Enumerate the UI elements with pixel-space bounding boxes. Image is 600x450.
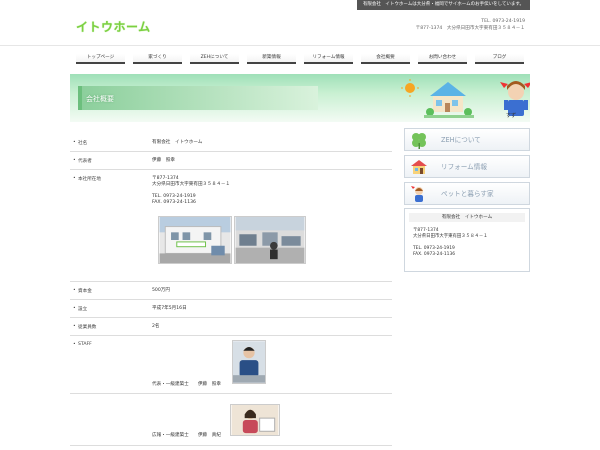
row-key-established: 設立 xyxy=(73,306,87,312)
main-nav: トップページ 家づくり ZEHについて 新築情報 リフォーム情報 会社概要 お問… xyxy=(76,54,524,66)
page-title: 会社概要 xyxy=(86,95,114,103)
table-row: 広報・一級建築士 伊藤 真紀 xyxy=(70,394,392,446)
company-profile-table: 社名 有限会社 イトウホーム 代表者 伊藤 照幸 本社所在地 〒877-1374… xyxy=(70,134,392,450)
row-value-representative: 伊藤 照幸 xyxy=(152,158,175,163)
table-row: 設立 平成7年5月16日 xyxy=(70,300,392,318)
row-key-name: 社名 xyxy=(73,140,87,146)
nav-item-contact[interactable]: お問い合わせ xyxy=(418,54,467,64)
office-fax: FAX. 0973-24-1136 xyxy=(152,200,196,205)
header-contact: TEL. 0973-24-1919 〒877-1374 大分県日田市大字東有田３… xyxy=(416,18,525,32)
nav-item-zeh[interactable]: ZEHについて xyxy=(190,54,239,64)
sidebar: ZEHについて リフォーム情報 ペットと暮らす家 有限会社 イトウホーム 〒87… xyxy=(404,128,530,450)
row-key-staff: STAFF xyxy=(73,342,92,347)
table-row: STAFF 代表・一級建築士 伊藤 照幸 xyxy=(70,336,392,394)
sidebar-company-address: 大分県日田市大字東有田３５８４－１ xyxy=(413,234,488,239)
nav-item-top[interactable]: トップページ xyxy=(76,54,125,64)
site-header: イトウホーム TEL. 0973-24-1919 〒877-1374 大分県日田… xyxy=(0,12,600,46)
staff-caption-pr: 広報・一級建築士 伊藤 真紀 xyxy=(152,433,221,438)
sidebar-button-pet-house[interactable]: ペットと暮らす家 xyxy=(404,182,530,205)
office-address: 大分県日田市大字東有田３５８４－１ xyxy=(152,182,231,187)
nav-item-reform[interactable]: リフォーム情報 xyxy=(304,54,353,64)
top-slogan: 有限会社 イトウホームは大分県・福岡でサイホームのお手伝いをしています。 xyxy=(356,0,530,10)
sidebar-button-label: ペットと暮らす家 xyxy=(441,190,494,198)
clover-icon xyxy=(412,133,426,149)
sidebar-company-fax: FAX. 0973-24-1136 xyxy=(413,252,456,257)
site-logo[interactable]: イトウホーム xyxy=(76,18,151,35)
sidebar-company-body: 〒877-1374 大分県日田市大字東有田３５８４－１ TEL. 0973-24… xyxy=(413,228,488,258)
top-bar: 有限会社 イトウホームは大分県・福岡でサイホームのお手伝いをしています。 xyxy=(0,0,600,12)
staff-photo-representative xyxy=(232,340,266,384)
character-label: すず xyxy=(506,113,517,119)
sidebar-button-label: ZEHについて xyxy=(441,136,481,144)
sidebar-button-zeh[interactable]: ZEHについて xyxy=(404,128,530,151)
row-value-head-office: 〒877-1374 大分県日田市大字東有田３５８４－１ TEL. 0973-24… xyxy=(152,176,230,206)
row-key-employees: 従業員数 xyxy=(73,324,96,330)
staff-caption-representative: 代表・一級建築士 伊藤 照幸 xyxy=(152,382,221,387)
table-row: 従業員数 2名 xyxy=(70,318,392,336)
sidebar-company-title: 有限会社 イトウホーム xyxy=(409,213,525,222)
table-row: 本社所在地 〒877-1374 大分県日田市大字東有田３５８４－１ TEL. 0… xyxy=(70,170,392,282)
nav-item-new-build[interactable]: 新築情報 xyxy=(247,54,296,64)
table-row: 社名 有限会社 イトウホーム xyxy=(70,134,392,152)
nav-item-blog[interactable]: ブログ xyxy=(475,54,524,64)
sidebar-button-reform[interactable]: リフォーム情報 xyxy=(404,155,530,178)
hero-title-band xyxy=(78,86,318,110)
row-value-name: 有限会社 イトウホーム xyxy=(152,140,203,145)
row-value-capital: 500万円 xyxy=(152,288,170,293)
row-value-employees: 2名 xyxy=(152,324,160,329)
row-key-representative: 代表者 xyxy=(73,158,92,164)
sidebar-button-label: リフォーム情報 xyxy=(441,163,487,171)
header-address: 〒877-1374 大分県日田市大字東有田３５８４－１ xyxy=(415,26,525,31)
header-tel: TEL. 0973-24-1919 xyxy=(481,19,525,24)
office-interior-photo xyxy=(234,216,306,264)
girl-icon xyxy=(411,186,423,202)
nav-item-house-building[interactable]: 家づくり xyxy=(133,54,182,64)
row-key-capital: 資本金 xyxy=(73,288,92,294)
row-key-head-office: 本社所在地 xyxy=(73,176,101,182)
table-row: 資本金 500万円 xyxy=(70,282,392,300)
staff-photo-pr xyxy=(230,404,280,436)
sidebar-company-card: 有限会社 イトウホーム 〒877-1374 大分県日田市大字東有田３５８４－１ … xyxy=(404,208,530,272)
hero-banner: 会社概要 すず xyxy=(70,74,530,122)
office-building-photo xyxy=(158,216,232,264)
nav-item-company[interactable]: 会社概要 xyxy=(361,54,410,64)
house-icon xyxy=(411,160,427,174)
row-value-established: 平成7年5月16日 xyxy=(152,306,187,311)
table-row: 代表者 伊藤 照幸 xyxy=(70,152,392,170)
